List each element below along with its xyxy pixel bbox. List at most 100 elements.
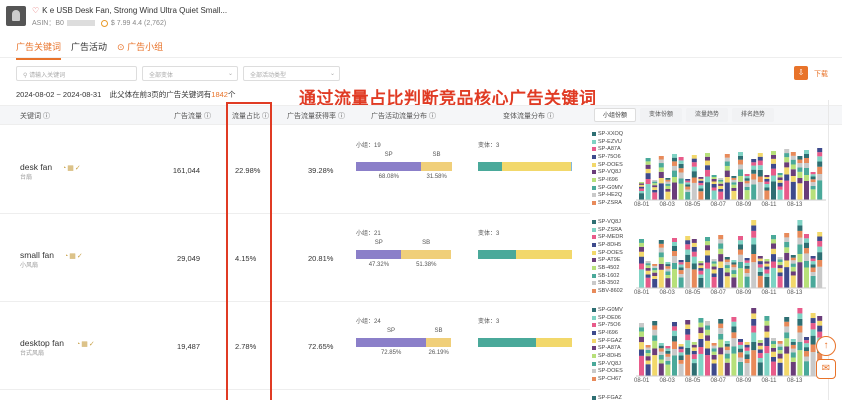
- chart-bar-segment: [771, 239, 776, 244]
- legend-item[interactable]: SP-DOES: [592, 249, 623, 257]
- sp-percent: 68.08%: [378, 174, 400, 180]
- col-campaign-dist[interactable]: 广告活动流量分布 ⓘ: [371, 111, 436, 121]
- summary-suffix: 个: [227, 90, 236, 99]
- feedback-icon[interactable]: ✉: [816, 359, 836, 379]
- legend-item[interactable]: SP-I696: [592, 176, 618, 184]
- legend-item[interactable]: SP-FGAZ: [592, 337, 622, 345]
- legend-item[interactable]: SP-DOES: [592, 161, 623, 169]
- chart-bar-segment: [744, 344, 750, 348]
- chart-bar-segment: [784, 162, 790, 168]
- sb-bar[interactable]: [421, 162, 452, 171]
- chart-bar-segment: [797, 159, 803, 164]
- keyword-action-icons[interactable]: ◔▦✓: [64, 252, 84, 260]
- chart-bar-segment: [672, 242, 677, 246]
- chart-bar-segment: [652, 325, 658, 330]
- legend-item[interactable]: SP-FGAZ: [592, 394, 622, 402]
- tab-rank-trend[interactable]: 排名趋势: [732, 108, 774, 122]
- tab-group-share[interactable]: 小组份额: [594, 108, 636, 122]
- chart-bar-segment: [738, 249, 743, 255]
- variant-select[interactable]: 全部变体 ⌄: [142, 66, 238, 81]
- legend-item[interactable]: SP-75O6: [592, 321, 621, 329]
- legend-item[interactable]: SP-8DH5: [592, 241, 621, 249]
- legend-item[interactable]: SP-VQ8J: [592, 169, 621, 177]
- chart-bar-segment: [711, 187, 717, 191]
- legend-item[interactable]: SP-DOES: [592, 368, 623, 376]
- link-icon[interactable]: [100, 19, 108, 27]
- back-to-top-icon[interactable]: ↑: [816, 336, 836, 356]
- tab-variant-share[interactable]: 变体份额: [640, 108, 682, 122]
- search-input[interactable]: ⚲ 请输入关键词: [16, 66, 137, 81]
- chart-bar-segment: [797, 156, 803, 160]
- keyword-text[interactable]: small fan: [20, 250, 54, 260]
- legend-item[interactable]: SB-4502: [592, 264, 619, 272]
- col-ad-traffic-rate[interactable]: 广告流量获得率 ⓘ: [287, 111, 345, 121]
- legend-item[interactable]: SBV-8602: [592, 287, 623, 295]
- legend-item[interactable]: SP-EZVU: [592, 138, 622, 146]
- chart-bar-segment: [645, 184, 651, 200]
- legend-item[interactable]: SP-ZSRA: [592, 199, 622, 207]
- col-ad-traffic[interactable]: 广告流量 ⓘ: [174, 111, 211, 121]
- chart-bar-segment: [678, 349, 684, 353]
- chart-bar-segment: [665, 264, 671, 267]
- variant-bar-segment[interactable]: [478, 162, 503, 171]
- keyword-text[interactable]: desk fan: [20, 162, 52, 172]
- chart-bar-segment: [711, 363, 717, 376]
- group-share-chart[interactable]: [636, 126, 826, 206]
- sp-bar[interactable]: [356, 162, 422, 171]
- variant-bar-segment[interactable]: [515, 250, 572, 259]
- legend-item[interactable]: SP-75O6: [592, 153, 621, 161]
- keyword-action-icons[interactable]: ◔▦✓: [62, 164, 82, 172]
- legend-item[interactable]: SP-VQ8J: [592, 360, 621, 368]
- sb-bar[interactable]: [401, 250, 451, 259]
- legend-item[interactable]: SP-CH67: [592, 375, 621, 383]
- legend-item[interactable]: SP-XXOQ: [592, 130, 623, 138]
- chart-bar-segment: [691, 251, 697, 257]
- chart-bar-segment: [678, 178, 684, 184]
- legend-item[interactable]: SP-HE2Q: [592, 192, 622, 200]
- legend-item[interactable]: SP-8DH5: [592, 352, 621, 360]
- campaign-type-select[interactable]: 全部活动类型 ⌄: [243, 66, 340, 81]
- chart-bar-segment: [784, 338, 790, 347]
- legend-item[interactable]: SP-AT9E: [592, 257, 621, 265]
- chart-bar-segment: [738, 361, 743, 376]
- heart-icon[interactable]: ♡: [32, 6, 39, 15]
- keyword-text[interactable]: desktop fan: [20, 338, 64, 348]
- legend-item[interactable]: SP-G0MV: [592, 184, 623, 192]
- legend-item[interactable]: SP-G0MV: [592, 306, 623, 314]
- legend-item[interactable]: SB-1602: [592, 272, 619, 280]
- col-variant-dist[interactable]: 变体流量分布 ⓘ: [503, 111, 554, 121]
- legend-item[interactable]: SP-VQ8J: [592, 218, 621, 226]
- chart-bar-segment: [691, 242, 697, 247]
- chart-bar-segment: [810, 189, 816, 200]
- chart-bar-segment: [724, 182, 730, 200]
- download-icon[interactable]: ⇩: [794, 66, 808, 80]
- chart-bar-segment: [784, 237, 790, 242]
- variant-bar-segment[interactable]: [478, 250, 516, 259]
- legend-item[interactable]: SP-I696: [592, 329, 618, 337]
- variant-bar-segment[interactable]: [536, 338, 572, 347]
- col-keyword[interactable]: 关键词 ⓘ: [20, 111, 50, 121]
- sp-bar[interactable]: [356, 338, 426, 347]
- chart-bar-segment: [691, 239, 697, 243]
- legend-item[interactable]: SP-MEDR: [592, 233, 623, 241]
- keyword-action-icons[interactable]: ◔▦✓: [76, 340, 96, 348]
- sp-bar[interactable]: [356, 250, 402, 259]
- chart-bar-segment: [711, 345, 717, 349]
- product-title[interactable]: ♡ K e USB Desk Fan, Strong Wind Ultra Qui…: [32, 6, 227, 15]
- legend-item[interactable]: SP-DE06: [592, 314, 621, 322]
- legend-item[interactable]: SP-A87A: [592, 345, 621, 353]
- download-button[interactable]: 下载: [814, 69, 828, 79]
- legend-item[interactable]: SP-A87A: [592, 145, 621, 153]
- chart-bar-segment: [672, 256, 677, 263]
- legend-item[interactable]: SP-ZSRA: [592, 226, 622, 234]
- variant-bar-segment[interactable]: [478, 338, 537, 347]
- group-share-chart[interactable]: [636, 214, 826, 294]
- chart-bar-segment: [705, 241, 710, 246]
- group-share-chart[interactable]: [636, 302, 826, 382]
- variant-bar-segment[interactable]: [502, 162, 572, 171]
- tab-traffic-trend[interactable]: 流量趋势: [686, 108, 728, 122]
- legend-item[interactable]: SB-3502: [592, 280, 619, 288]
- variant-bar-segment[interactable]: [571, 162, 572, 171]
- chart-bar-segment: [757, 256, 763, 259]
- sb-bar[interactable]: [425, 338, 452, 347]
